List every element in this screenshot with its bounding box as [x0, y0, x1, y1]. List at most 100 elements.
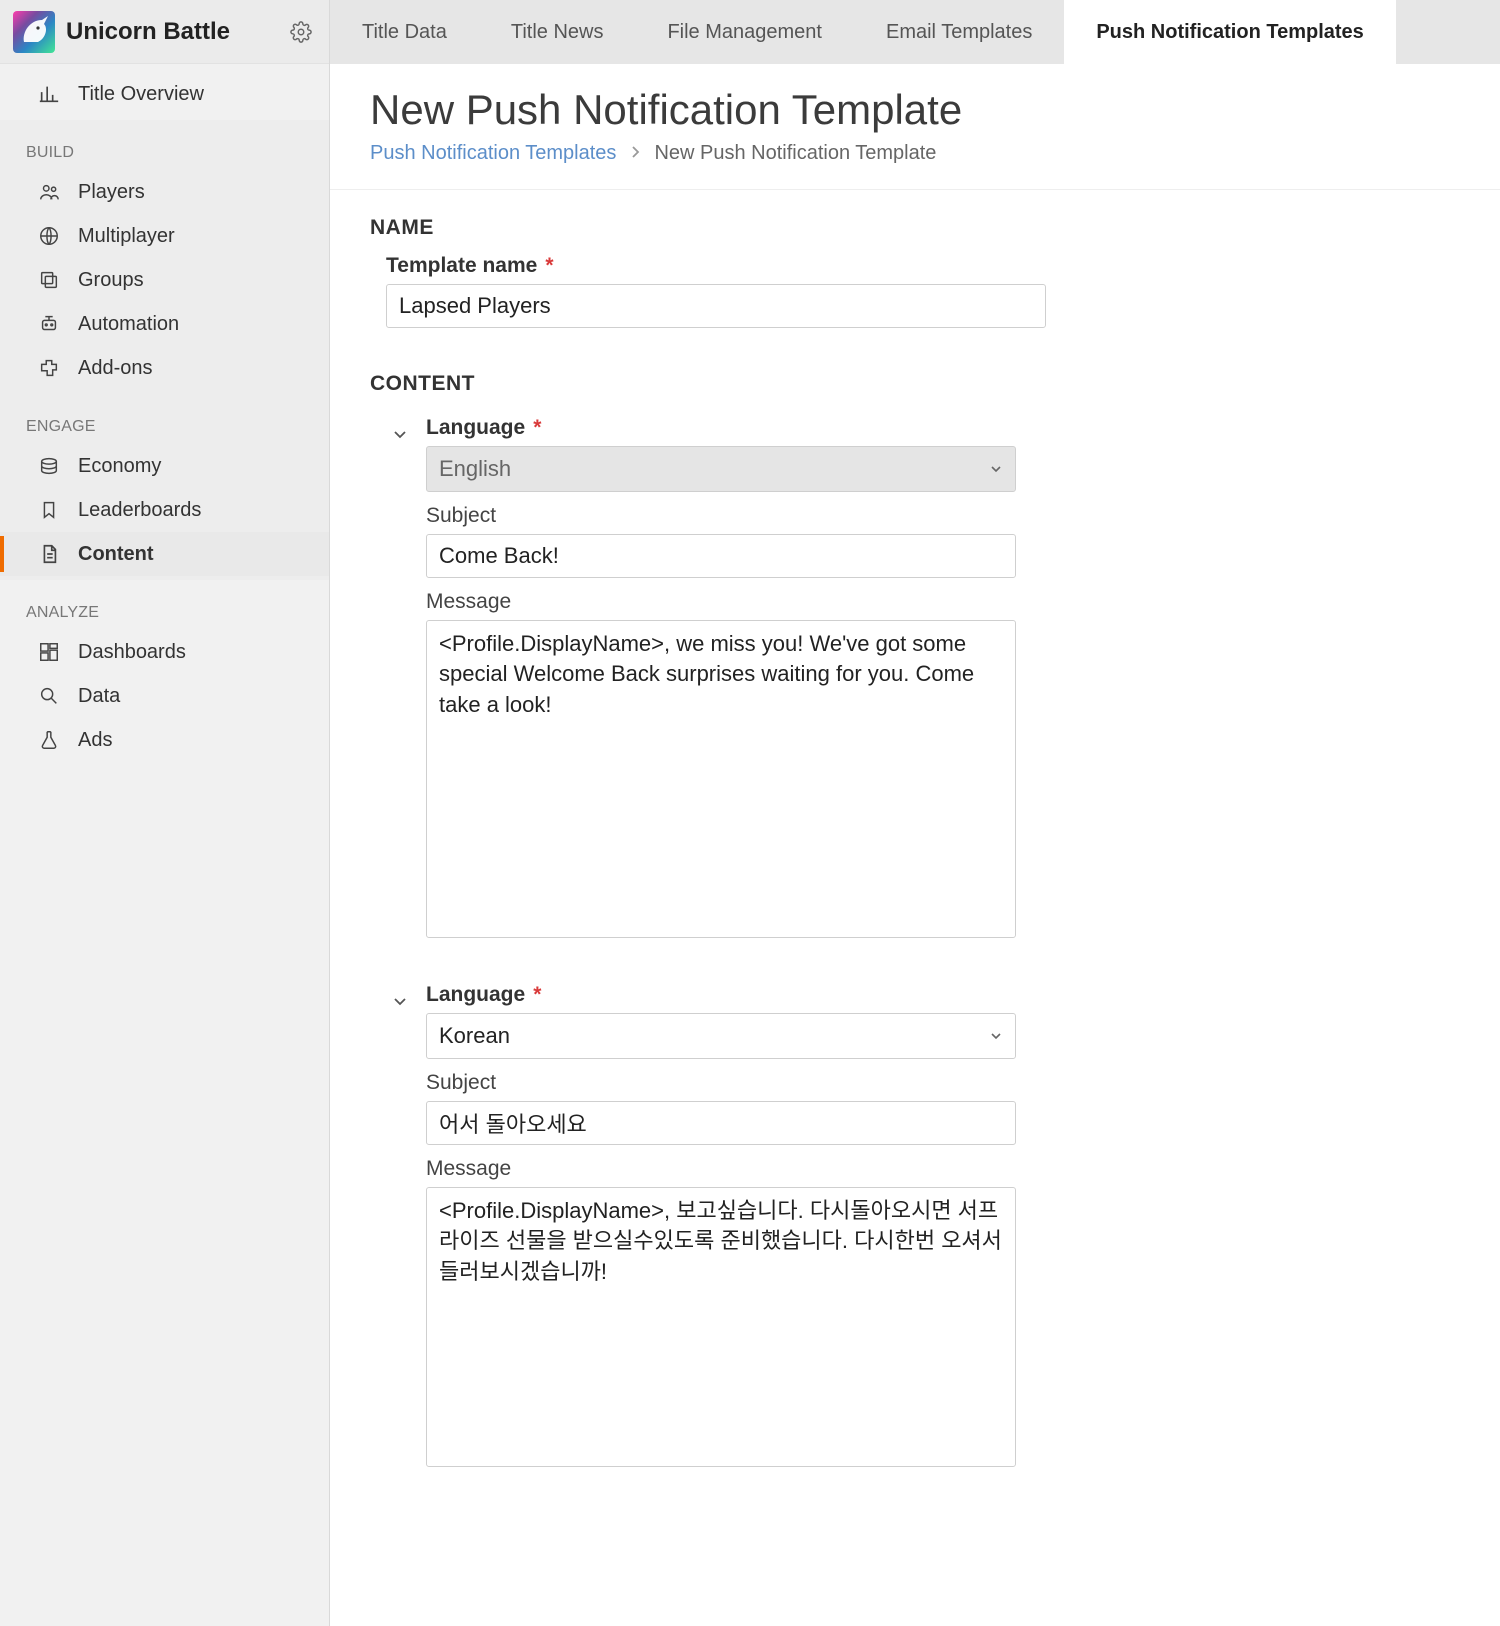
- main: Title Data Title News File Management Em…: [330, 0, 1500, 1626]
- name-form-col: Template name *: [370, 254, 1090, 328]
- sidebar-section-overview: Title Overview: [0, 64, 329, 120]
- message-label: Message: [426, 590, 1090, 614]
- sidebar-section-build: BUILD Players Multiplayer Groups Automat…: [0, 120, 329, 394]
- dashboard-icon: [36, 641, 62, 663]
- sidebar-section-title: BUILD: [0, 128, 329, 170]
- sidebar-item-ads[interactable]: Ads: [0, 718, 329, 762]
- sidebar-item-label: Economy: [78, 455, 161, 478]
- sidebar-item-label: Content: [78, 543, 154, 566]
- sidebar-item-players[interactable]: Players: [0, 170, 329, 214]
- globe-icon: [36, 225, 62, 247]
- sidebar-item-economy[interactable]: Economy: [0, 444, 329, 488]
- unicorn-icon: [12, 10, 56, 54]
- subject-label: Subject: [426, 1071, 1090, 1095]
- chevron-down-icon: [391, 992, 409, 1010]
- content: New Push Notification Template Push Noti…: [330, 64, 1500, 1626]
- sidebar-item-multiplayer[interactable]: Multiplayer: [0, 214, 329, 258]
- breadcrumb: Push Notification Templates New Push Not…: [370, 142, 1460, 165]
- app-title: Unicorn Battle: [66, 18, 230, 46]
- sidebar: Unicorn Battle Title Overview BUILD Play…: [0, 0, 330, 1626]
- sidebar-item-addons[interactable]: Add-ons: [0, 346, 329, 390]
- app-logo: [12, 10, 56, 54]
- bar-chart-icon: [36, 83, 62, 105]
- message-textarea[interactable]: [426, 1187, 1016, 1467]
- tab-push-notification-templates[interactable]: Push Notification Templates: [1064, 0, 1395, 64]
- language-select[interactable]: Korean: [426, 1013, 1016, 1059]
- required-indicator: *: [545, 254, 553, 278]
- gear-icon: [290, 21, 312, 43]
- chevron-down-icon: [989, 1023, 1003, 1049]
- bookmark-icon: [36, 499, 62, 521]
- subject-label: Subject: [426, 504, 1090, 528]
- required-indicator: *: [533, 416, 541, 440]
- sidebar-section-analyze: ANALYZE Dashboards Data Ads: [0, 580, 329, 766]
- sidebar-item-label: Add-ons: [78, 357, 153, 380]
- template-name-input[interactable]: [386, 284, 1046, 328]
- page-title: New Push Notification Template: [370, 86, 1460, 134]
- tab-file-management[interactable]: File Management: [635, 0, 854, 64]
- search-icon: [36, 685, 62, 707]
- breadcrumb-current: New Push Notification Template: [654, 142, 936, 165]
- section-heading-content: CONTENT: [370, 372, 1460, 396]
- message-textarea[interactable]: [426, 620, 1016, 938]
- coins-icon: [36, 455, 62, 477]
- sidebar-item-label: Automation: [78, 313, 179, 336]
- tab-label: Title News: [511, 21, 604, 44]
- sidebar-item-label: Groups: [78, 269, 144, 292]
- tab-label: Title Data: [362, 21, 447, 44]
- language-label: Language *: [426, 983, 1090, 1007]
- language-select[interactable]: English: [426, 446, 1016, 492]
- tab-label: Push Notification Templates: [1096, 21, 1363, 44]
- collapse-toggle[interactable]: [388, 989, 412, 1013]
- collapse-toggle[interactable]: [388, 422, 412, 446]
- robot-icon: [36, 313, 62, 335]
- sidebar-item-leaderboards[interactable]: Leaderboards: [0, 488, 329, 532]
- language-label: Language *: [426, 416, 1090, 440]
- document-icon: [36, 543, 62, 565]
- sidebar-item-label: Multiplayer: [78, 225, 175, 248]
- sidebar-item-label: Players: [78, 181, 145, 204]
- language-block: Language * English Subject Message: [386, 416, 1090, 943]
- sidebar-header: Unicorn Battle: [0, 0, 329, 64]
- template-name-label: Template name *: [386, 254, 1090, 278]
- required-indicator: *: [533, 983, 541, 1007]
- sidebar-item-dashboards[interactable]: Dashboards: [0, 630, 329, 674]
- sidebar-item-content[interactable]: Content: [0, 532, 329, 576]
- sidebar-item-groups[interactable]: Groups: [0, 258, 329, 302]
- flask-icon: [36, 729, 62, 751]
- tab-label: Email Templates: [886, 21, 1032, 44]
- players-icon: [36, 181, 62, 203]
- section-heading-name: NAME: [370, 216, 1460, 240]
- tab-title-data[interactable]: Title Data: [330, 0, 479, 64]
- puzzle-icon: [36, 357, 62, 379]
- sidebar-item-title-overview[interactable]: Title Overview: [0, 72, 329, 116]
- sidebar-item-label: Leaderboards: [78, 499, 201, 522]
- breadcrumb-link-parent[interactable]: Push Notification Templates: [370, 142, 616, 165]
- language-block: Language * Korean Subject Message: [386, 983, 1090, 1472]
- sidebar-item-label: Ads: [78, 729, 112, 752]
- tabbar: Title Data Title News File Management Em…: [330, 0, 1500, 64]
- language-select-value: Korean: [439, 1023, 510, 1049]
- sidebar-item-label: Data: [78, 685, 120, 708]
- tab-title-news[interactable]: Title News: [479, 0, 636, 64]
- copy-icon: [36, 269, 62, 291]
- sidebar-section-title: ANALYZE: [0, 588, 329, 630]
- tab-email-templates[interactable]: Email Templates: [854, 0, 1064, 64]
- sidebar-item-label: Title Overview: [78, 83, 204, 106]
- chevron-down-icon: [391, 425, 409, 443]
- content-form-col: Language * English Subject Message L: [370, 416, 1090, 1472]
- sidebar-section-title: ENGAGE: [0, 402, 329, 444]
- language-select-value: English: [439, 456, 511, 482]
- subject-input[interactable]: [426, 1101, 1016, 1145]
- chevron-right-icon: [630, 142, 640, 165]
- subject-input[interactable]: [426, 534, 1016, 578]
- sidebar-item-data[interactable]: Data: [0, 674, 329, 718]
- sidebar-section-engage: ENGAGE Economy Leaderboards Content: [0, 394, 329, 580]
- tab-label: File Management: [667, 21, 822, 44]
- settings-button[interactable]: [287, 18, 315, 46]
- sidebar-item-label: Dashboards: [78, 641, 186, 664]
- divider: [330, 189, 1500, 190]
- sidebar-item-automation[interactable]: Automation: [0, 302, 329, 346]
- message-label: Message: [426, 1157, 1090, 1181]
- chevron-down-icon: [989, 456, 1003, 482]
